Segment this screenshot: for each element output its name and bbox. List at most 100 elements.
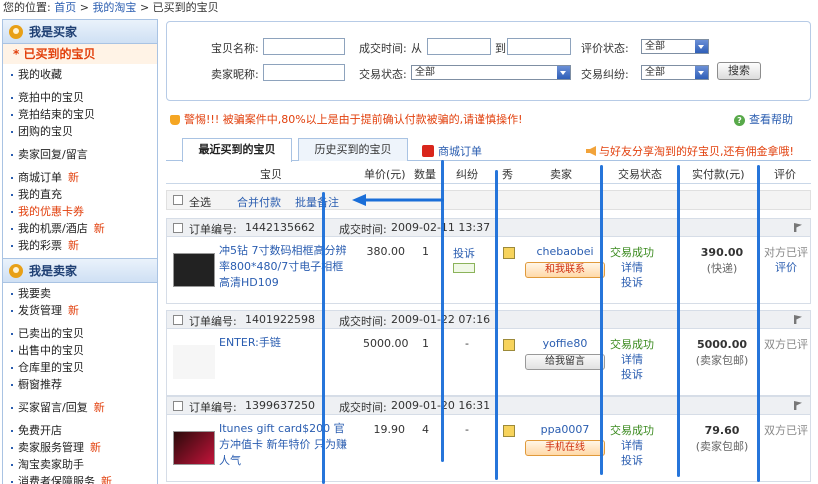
item-name-label: 宝贝名称: bbox=[211, 42, 259, 55]
help-link[interactable]: ? 查看帮助 bbox=[734, 112, 793, 128]
warning-banner: 警惕!!! 被骗案件中,80%以上是由于提前确认付款被骗的,请谨慎操作! bbox=[170, 112, 523, 128]
column-price: 单价(元) bbox=[364, 168, 406, 181]
contact-seller-button[interactable]: 和我联系 bbox=[525, 262, 605, 278]
trade-status-select[interactable]: 全部 bbox=[411, 65, 571, 80]
sidebar-item-bought[interactable]: * 已买到的宝贝 bbox=[2, 44, 158, 64]
sidebar-item[interactable]: 我的机票/酒店新 bbox=[3, 220, 157, 237]
tab-history[interactable]: 历史买到的宝贝 bbox=[298, 138, 408, 161]
order-complain-link[interactable]: 投诉 bbox=[605, 367, 659, 382]
trade-status: 交易成功 bbox=[610, 424, 654, 437]
paid-amount: 390.00 bbox=[700, 246, 744, 259]
new-badge: 新 bbox=[68, 171, 79, 184]
seller-nick-input[interactable] bbox=[263, 64, 345, 81]
column-rate: 评价 bbox=[774, 168, 796, 181]
dispute-none: - bbox=[465, 423, 469, 436]
contact-seller-button[interactable]: 给我留言 bbox=[525, 354, 605, 370]
merge-pay-button[interactable]: 合并付款 bbox=[237, 194, 281, 210]
tab-recent[interactable]: 最近买到的宝贝 bbox=[182, 138, 292, 162]
share-link[interactable]: 与好友分享淘到的好宝贝,还有佣金拿哦! bbox=[586, 143, 794, 159]
dispute-select[interactable]: 全部 bbox=[641, 65, 709, 80]
item-title-link[interactable]: Itunes gift card$200 官方冲值卡 新年特价 只为赚人气 bbox=[219, 421, 347, 469]
show-note-icon[interactable] bbox=[503, 425, 515, 437]
order-tabs: 最近买到的宝贝 历史买到的宝贝 商城订单 与好友分享淘到的好宝贝,还有佣金拿哦! bbox=[166, 138, 811, 162]
sidebar-item[interactable]: 消费者保障服务新 bbox=[3, 473, 157, 484]
order-detail-link[interactable]: 详情 bbox=[605, 260, 659, 275]
flag-icon[interactable] bbox=[794, 315, 802, 324]
sidebar-item[interactable]: 我的优惠卡券 bbox=[3, 203, 157, 220]
item-thumbnail[interactable] bbox=[173, 345, 215, 379]
chevron-down-icon bbox=[557, 66, 570, 79]
sidebar-item[interactable]: 已卖出的宝贝 bbox=[3, 325, 157, 342]
breadcrumb-home-link[interactable]: 首页 bbox=[54, 1, 76, 14]
deal-time-from-input[interactable] bbox=[427, 38, 491, 55]
show-note-icon[interactable] bbox=[503, 339, 515, 351]
order-checkbox[interactable] bbox=[173, 223, 183, 233]
seller-person-icon bbox=[9, 263, 23, 278]
deal-time-to-input[interactable] bbox=[507, 38, 571, 55]
flag-icon[interactable] bbox=[794, 401, 802, 410]
sidebar-item[interactable]: 发货管理新 bbox=[3, 302, 157, 319]
sidebar-item[interactable]: 我要卖 bbox=[3, 285, 157, 302]
select-all-checkbox[interactable] bbox=[173, 195, 183, 205]
sidebar-item[interactable]: 团购的宝贝 bbox=[3, 123, 157, 140]
batch-action-row: 全选 合并付款 批量备注 bbox=[166, 190, 811, 210]
order-checkbox[interactable] bbox=[173, 315, 183, 325]
buyer-section-header[interactable]: 我是买家 bbox=[2, 19, 158, 44]
sidebar-item[interactable]: 出售中的宝贝 bbox=[3, 342, 157, 359]
order-body: ENTER:手链 5000.00 1 - yoffie80 给我留言 交易成功 详情 投诉 500… bbox=[167, 329, 810, 395]
column-qty: 数量 bbox=[414, 168, 436, 181]
sidebar-item[interactable]: 商城订单新 bbox=[3, 169, 157, 186]
item-price: 19.90 bbox=[373, 423, 406, 436]
order-detail-link[interactable]: 详情 bbox=[605, 352, 659, 367]
seller-section-header[interactable]: 我是卖家 bbox=[2, 258, 158, 283]
item-quantity: 4 bbox=[422, 423, 429, 436]
mall-orders-link[interactable]: 商城订单 bbox=[422, 143, 482, 159]
order-detail-link[interactable]: 详情 bbox=[605, 438, 659, 453]
sidebar-item[interactable]: 竞拍中的宝贝 bbox=[3, 89, 157, 106]
shipping-method: (快递) bbox=[706, 262, 738, 275]
sidebar-item[interactable]: 卖家回复/留言 bbox=[3, 146, 157, 163]
item-thumbnail[interactable] bbox=[173, 431, 215, 465]
sidebar-item[interactable]: 买家留言/回复新 bbox=[3, 399, 157, 416]
order-complain-link[interactable]: 投诉 bbox=[605, 275, 659, 290]
flag-icon[interactable] bbox=[794, 223, 802, 232]
breadcrumb-prefix: 您的位置: bbox=[3, 1, 51, 14]
breadcrumb: 您的位置: 首页 > 我的淘宝 > 已买到的宝贝 bbox=[3, 0, 219, 16]
dispute-complain-link[interactable]: 投诉 bbox=[453, 245, 475, 273]
order-checkbox[interactable] bbox=[173, 401, 183, 411]
breadcrumb-mytaobao-link[interactable]: 我的淘宝 bbox=[92, 1, 136, 14]
sidebar-item[interactable]: 免费开店 bbox=[3, 422, 157, 439]
item-thumbnail[interactable] bbox=[173, 253, 215, 287]
sidebar-item[interactable]: 橱窗推荐 bbox=[3, 376, 157, 393]
seller-name-link[interactable]: chebaobei bbox=[536, 245, 593, 258]
item-title-link[interactable]: ENTER:手链 bbox=[219, 335, 347, 351]
column-dispute: 纠纷 bbox=[456, 168, 478, 181]
rate-link[interactable]: 评价 bbox=[775, 261, 797, 274]
rate-cell: 双方已评 bbox=[764, 337, 808, 352]
seller-name-link[interactable]: yoffie80 bbox=[543, 337, 588, 350]
contact-seller-button[interactable]: 手机在线 bbox=[525, 440, 605, 456]
order-number: 1399637250 bbox=[245, 399, 315, 412]
rating-status-select[interactable]: 全部 bbox=[641, 39, 709, 54]
sidebar-item[interactable]: 我的收藏 bbox=[3, 66, 157, 83]
new-badge: 新 bbox=[68, 239, 79, 252]
item-name-input[interactable] bbox=[263, 38, 345, 55]
sidebar-item[interactable]: 淘宝卖家助手 bbox=[3, 456, 157, 473]
order-complain-link[interactable]: 投诉 bbox=[605, 453, 659, 468]
search-button[interactable]: 搜索 bbox=[717, 62, 761, 80]
seller-name-link[interactable]: ppa0007 bbox=[541, 423, 590, 436]
show-note-icon[interactable] bbox=[503, 247, 515, 259]
sidebar-item[interactable]: 仓库里的宝贝 bbox=[3, 359, 157, 376]
sidebar-item[interactable]: 我的彩票新 bbox=[3, 237, 157, 254]
sidebar: 我是买家 * 已买到的宝贝 我的收藏竞拍中的宝贝 竞拍结束的宝贝 团购的宝贝卖家回复… bbox=[2, 19, 158, 484]
rate-cell: 双方已评 bbox=[764, 423, 808, 438]
item-title-link[interactable]: 冲5钻 7寸数码相框高分辨率800*480/7寸电子相框高清HD109 bbox=[219, 243, 347, 291]
sidebar-item-label: 仓库里的宝贝 bbox=[18, 361, 84, 374]
sidebar-item[interactable]: 我的直充 bbox=[3, 186, 157, 203]
batch-note-button[interactable]: 批量备注 bbox=[295, 194, 339, 210]
sidebar-item[interactable]: 竞拍结束的宝贝 bbox=[3, 106, 157, 123]
sidebar-item-label: 我的收藏 bbox=[18, 68, 62, 81]
paid-cell: 390.00 (快递) bbox=[687, 245, 757, 277]
sidebar-item[interactable]: 卖家服务管理新 bbox=[3, 439, 157, 456]
rate-cell: 对方已评 评价 bbox=[764, 245, 808, 275]
